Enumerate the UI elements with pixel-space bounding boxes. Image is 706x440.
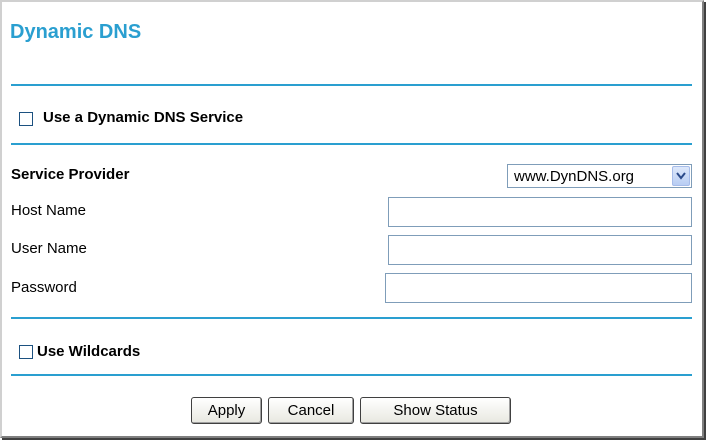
use-ddns-checkbox[interactable] xyxy=(19,112,33,126)
page-title: Dynamic DNS xyxy=(10,21,142,43)
dropdown-arrow-icon[interactable] xyxy=(672,166,690,186)
divider xyxy=(11,317,692,319)
show-status-button[interactable]: Show Status xyxy=(360,397,511,424)
apply-button[interactable]: Apply xyxy=(191,397,262,424)
service-provider-label: Service Provider xyxy=(11,166,130,183)
use-ddns-label: Use a Dynamic DNS Service xyxy=(43,109,244,126)
user-name-label: User Name xyxy=(11,240,87,257)
host-name-label: Host Name xyxy=(11,202,87,219)
password-input[interactable] xyxy=(385,273,692,303)
divider xyxy=(11,84,692,86)
use-wildcards-checkbox[interactable] xyxy=(19,345,33,359)
service-provider-select[interactable]: www.DynDNS.org xyxy=(507,164,692,188)
password-label: Password xyxy=(11,279,77,296)
divider xyxy=(11,143,692,145)
service-provider-value: www.DynDNS.org xyxy=(514,168,635,185)
use-wildcards-label: Use Wildcards xyxy=(37,343,141,360)
divider xyxy=(11,374,692,376)
host-name-input[interactable] xyxy=(388,197,692,227)
user-name-input[interactable] xyxy=(388,235,692,265)
cancel-button[interactable]: Cancel xyxy=(268,397,354,424)
dynamic-dns-panel: Dynamic DNS Use a Dynamic DNS Service Se… xyxy=(0,0,704,438)
